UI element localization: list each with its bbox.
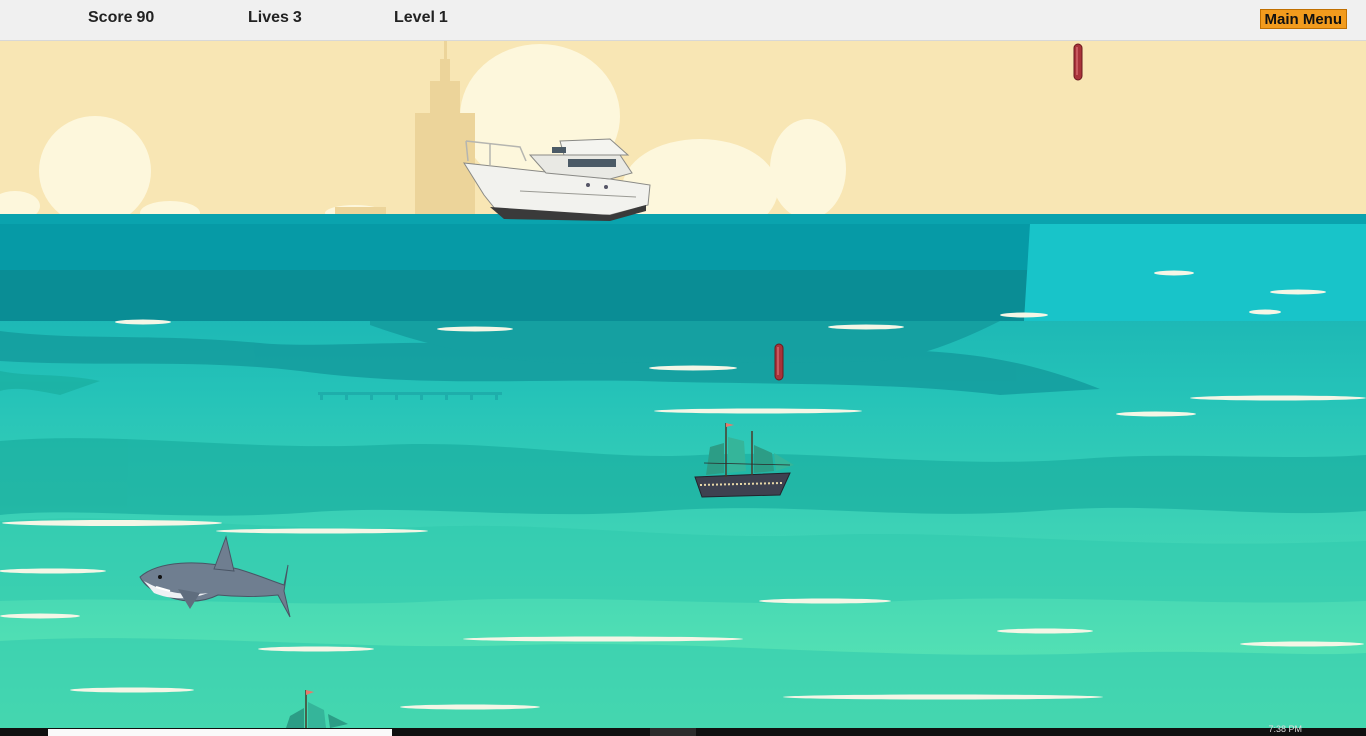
shark — [139, 535, 291, 618]
taskbar-search[interactable] — [48, 729, 392, 736]
red-bomb — [774, 343, 784, 381]
hud-bar: Score 90 Lives 3 Level 1 Main Menu — [0, 0, 1366, 41]
taskbar-clock: 7:38 PM — [1268, 724, 1302, 734]
pirate-ship — [694, 423, 794, 498]
lives-label: Lives — [248, 9, 289, 26]
red-bomb — [1073, 43, 1083, 81]
lives-display: Lives 3 — [248, 9, 302, 27]
game-scene[interactable] — [0, 41, 1366, 728]
level-value: 1 — [438, 9, 448, 26]
level-display: Level 1 — [394, 9, 448, 27]
taskbar: 7:38 PM — [0, 724, 1366, 736]
ocean-background — [0, 41, 1366, 728]
player-yacht[interactable] — [460, 133, 652, 225]
lives-value: 3 — [292, 9, 302, 26]
score-value: 90 — [136, 9, 155, 26]
score-label: Score — [88, 9, 133, 26]
score-display: Score 90 — [88, 9, 154, 27]
taskbar-active-app[interactable] — [650, 728, 696, 736]
pirate-ship-partial — [286, 690, 348, 728]
level-label: Level — [394, 9, 435, 26]
main-menu-button[interactable]: Main Menu — [1259, 9, 1347, 29]
